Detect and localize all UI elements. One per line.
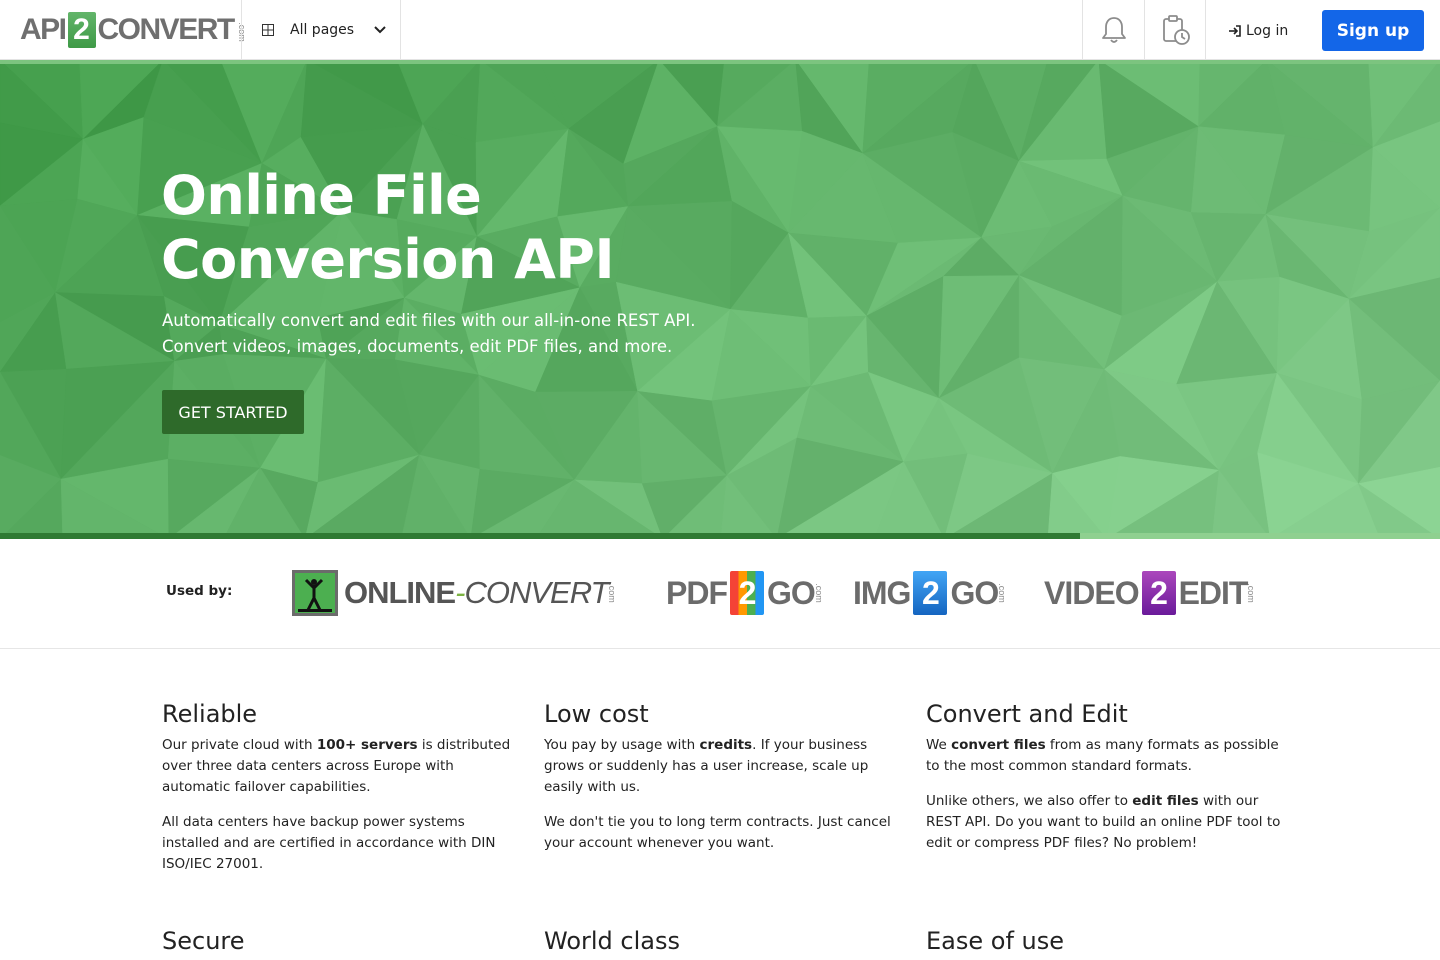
used-by-section: Used by: ONLINE - CONVERT .com PDF 2 GO …	[0, 539, 1440, 649]
get-started-button[interactable]: GET STARTED	[162, 390, 304, 434]
hero-banner: Online File Conversion API Automatically…	[0, 60, 1440, 539]
logo-text-convert: CONVERT	[97, 13, 236, 46]
feature-reliable: Reliable Our private cloud with 100+ ser…	[162, 699, 522, 889]
feature-title: Convert and Edit	[926, 700, 1128, 728]
hero-title: Online File Conversion API	[161, 164, 781, 292]
partner-logo-img2go[interactable]: IMG 2 GO .com	[853, 570, 1012, 616]
hero-triangle-pattern	[0, 60, 1440, 539]
notifications-button[interactable]	[1083, 0, 1145, 60]
hero-subtitle-line: Convert videos, images, documents, edit …	[162, 337, 673, 356]
partner-badge-2: 2	[730, 571, 764, 615]
hero-title-line: Conversion API	[161, 228, 615, 291]
partner-text: GO	[950, 574, 999, 611]
partner-text: ONLINE	[344, 575, 456, 610]
feature-paragraph: Unlike others, we also offer to edit fil…	[926, 793, 1281, 851]
clipboard-history-icon	[1163, 15, 1190, 45]
partner-text: -	[455, 575, 465, 610]
used-by-label: Used by:	[166, 583, 233, 599]
login-link[interactable]: Log in	[1228, 20, 1288, 42]
partner-logo-pdf2go[interactable]: PDF 2 GO .com	[666, 570, 828, 616]
logo-badge-2: 2	[67, 12, 96, 48]
chevron-down-icon	[374, 26, 386, 34]
feature-paragraph: We don't tie you to long term contracts.…	[544, 814, 891, 851]
partner-text: .com	[1246, 583, 1257, 603]
partner-text: PDF	[666, 574, 728, 611]
partner-logo-online-convert[interactable]: ONLINE - CONVERT .com	[292, 570, 622, 616]
header-divider	[400, 0, 401, 60]
hero-subtitle-line: Automatically convert and edit files wit…	[162, 311, 696, 330]
api2convert-logo[interactable]: API 2 CONVERT .com	[20, 11, 251, 49]
feature-title: Reliable	[162, 700, 258, 728]
partner-badge-2: 2	[913, 571, 948, 615]
feature-paragraph: You pay by usage with credits. If your b…	[544, 737, 869, 795]
feature-paragraph: We convert files from as many formats as…	[926, 737, 1279, 774]
feature-title-ease-of-use: Ease of use	[926, 927, 1065, 955]
grid-icon	[262, 24, 274, 36]
history-button[interactable]	[1145, 0, 1207, 60]
bell-icon	[1102, 17, 1126, 43]
hero-title-line: Online File	[161, 164, 482, 227]
hero-subtitle: Automatically convert and edit files wit…	[162, 308, 782, 360]
feature-paragraph: Our private cloud with 100+ servers is d…	[162, 737, 511, 795]
all-pages-dropdown[interactable]: All pages	[242, 0, 400, 60]
all-pages-label: All pages	[290, 22, 355, 38]
feature-low-cost: Low cost You pay by usage with credits. …	[544, 699, 904, 868]
header-divider	[1205, 0, 1206, 60]
partner-text: .com	[813, 583, 824, 603]
partner-badge-2: 2	[1141, 571, 1176, 615]
feature-title: Low cost	[544, 700, 649, 728]
partner-text: IMG	[853, 574, 911, 611]
partner-text: CONVERT	[464, 575, 609, 610]
partner-logo-video2edit[interactable]: VIDEO 2 EDIT .com	[1044, 570, 1261, 616]
login-label: Log in	[1246, 23, 1289, 39]
signup-button[interactable]: Sign up	[1322, 10, 1424, 51]
online-convert-figure-icon	[292, 570, 338, 616]
top-navigation-bar: API 2 CONVERT .com All pages	[0, 0, 1440, 60]
partner-text: GO	[767, 574, 816, 611]
login-icon	[1229, 25, 1241, 37]
partner-text: VIDEO	[1044, 574, 1140, 611]
feature-paragraph: All data centers have backup power syste…	[162, 814, 496, 872]
feature-convert-edit: Convert and Edit We convert files from a…	[926, 699, 1286, 868]
feature-title-world-class: World class	[544, 927, 680, 955]
partner-text: EDIT	[1178, 574, 1249, 611]
feature-title-secure: Secure	[162, 927, 245, 955]
partner-text: .com	[607, 583, 618, 603]
logo-text-api: API	[20, 13, 67, 46]
partner-text: .com	[996, 583, 1007, 603]
